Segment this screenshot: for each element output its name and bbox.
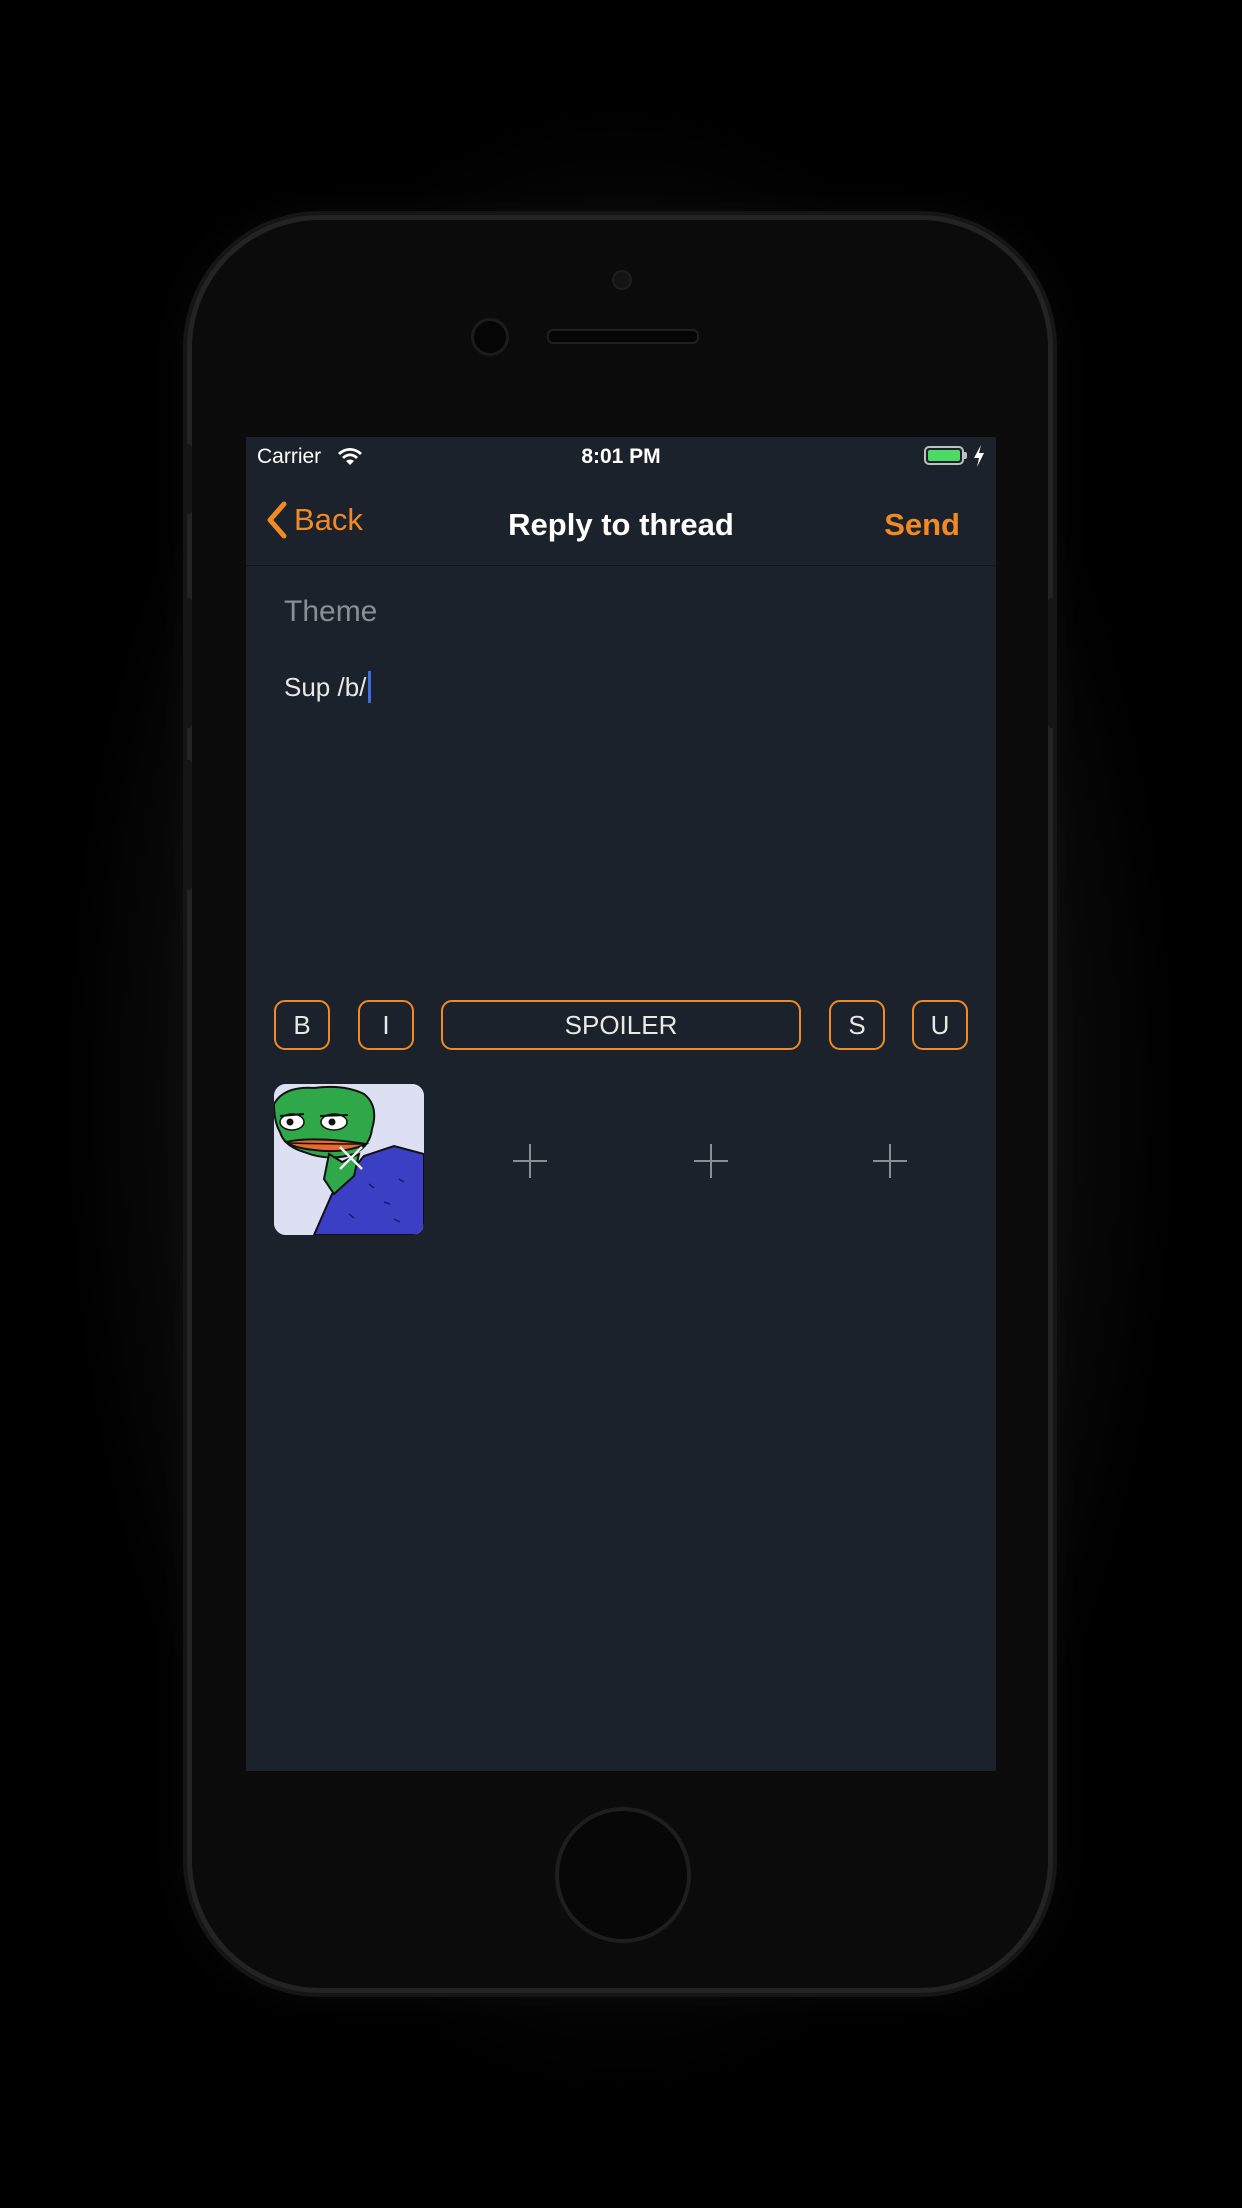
bolt-icon <box>972 444 986 474</box>
home-button[interactable] <box>555 1807 691 1943</box>
plus-icon[interactable] <box>693 1143 729 1179</box>
battery-tip <box>964 452 967 459</box>
navigation-bar: Back Reply to thread Send <box>246 477 996 566</box>
message-body-text: Sup /b/ <box>284 672 367 702</box>
clock: 8:01 PM <box>581 445 661 468</box>
front-camera <box>471 318 509 356</box>
plus-icon[interactable] <box>512 1143 548 1179</box>
power-button <box>1048 598 1056 728</box>
volume-up-button <box>184 598 192 728</box>
volume-down-button <box>184 760 192 890</box>
send-button[interactable]: Send <box>884 507 960 543</box>
plus-icon[interactable] <box>872 1143 908 1179</box>
theme-input[interactable] <box>284 587 964 637</box>
mute-switch <box>184 444 192 514</box>
app-screen: Carrier 8:01 PM Back Reply to thread Sen… <box>246 437 996 1771</box>
proximity-sensor <box>612 270 632 290</box>
close-icon[interactable] <box>337 1144 365 1172</box>
text-cursor <box>368 671 372 703</box>
underline-button[interactable]: U <box>912 1000 968 1050</box>
battery-icon <box>924 446 964 465</box>
attachment-thumbnail[interactable] <box>274 1084 424 1235</box>
spoiler-button[interactable]: SPOILER <box>441 1000 801 1050</box>
italic-button[interactable]: I <box>358 1000 414 1050</box>
status-bar: Carrier 8:01 PM <box>246 437 996 477</box>
strikethrough-button[interactable]: S <box>829 1000 885 1050</box>
bold-button[interactable]: B <box>274 1000 330 1050</box>
earpiece-speaker <box>547 329 699 344</box>
message-body-input[interactable]: Sup /b/ <box>284 671 964 703</box>
